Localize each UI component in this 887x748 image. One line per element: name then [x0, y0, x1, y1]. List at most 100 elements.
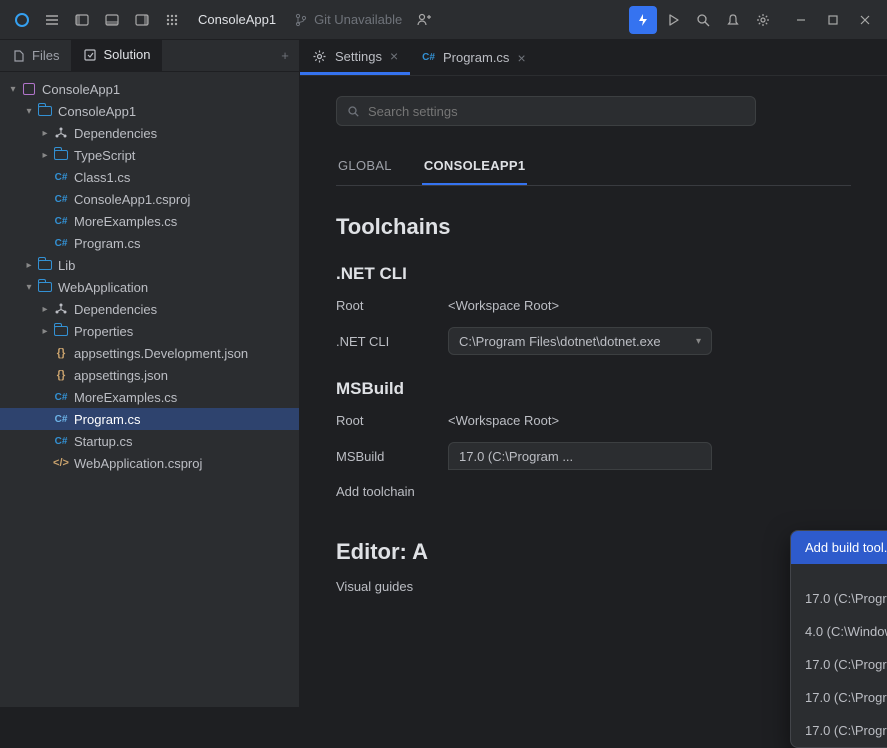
- tree-file-json[interactable]: {}appsettings.Development.json: [0, 342, 299, 364]
- notifications-icon[interactable]: [719, 6, 747, 34]
- netcli-select[interactable]: C:\Program Files\dotnet\dotnet.exe ▾: [448, 327, 712, 355]
- tree-dependencies[interactable]: ▸Dependencies: [0, 122, 299, 144]
- quick-action-button[interactable]: [629, 6, 657, 34]
- tree-label: TypeScript: [74, 148, 135, 163]
- tree-project-web[interactable]: ▾WebApplication: [0, 276, 299, 298]
- code-icon: </>: [53, 457, 69, 469]
- dropdown-item-add[interactable]: Add build tool...: [791, 531, 887, 564]
- tree-file-cs[interactable]: C#Program.cs: [0, 232, 299, 254]
- visual-guides-label: Visual guides: [336, 579, 413, 594]
- tree-file-csproj[interactable]: </> WebApplication.csproj: [0, 452, 299, 474]
- csharp-icon: C#: [422, 52, 435, 63]
- close-icon[interactable]: ×: [517, 50, 525, 66]
- tree-label: Program.cs: [74, 236, 140, 251]
- csharp-icon: C#: [55, 216, 68, 227]
- json-icon: {}: [57, 369, 66, 381]
- sidebar-tabs: Files Solution +: [0, 40, 299, 72]
- close-icon[interactable]: ×: [390, 48, 398, 64]
- tree-solution-root[interactable]: ▾ConsoleApp1: [0, 78, 299, 100]
- tree-label: MoreExamples.cs: [74, 214, 177, 229]
- tree-label: Class1.cs: [74, 170, 130, 185]
- msbuild-label: MSBuild: [336, 449, 448, 464]
- tree-file-cs[interactable]: C#Program.cs: [0, 408, 299, 430]
- editor-tab-label: Settings: [335, 49, 382, 64]
- sidebar: Files Solution + ▾ConsoleApp1 ▾ConsoleAp…: [0, 40, 300, 707]
- dropdown-item[interactable]: 17.0 (C:\Program Files\dotnet\sdk\7.0.10…: [791, 714, 887, 747]
- git-status-label: Git Unavailable: [314, 12, 402, 27]
- scope-tab-project[interactable]: CONSOLEAPP1: [422, 158, 528, 185]
- window-close-icon[interactable]: [851, 6, 879, 34]
- window-minimize-icon[interactable]: [787, 6, 815, 34]
- search-icon: [347, 105, 360, 118]
- tree-label: Properties: [74, 324, 133, 339]
- panel-bottom-icon[interactable]: [98, 6, 126, 34]
- tree-label: MoreExamples.cs: [74, 390, 177, 405]
- dependencies-icon: [52, 302, 70, 316]
- csharp-icon: C#: [55, 392, 68, 403]
- tree-label: WebApplication.csproj: [74, 456, 202, 471]
- tree-project[interactable]: ▾ConsoleApp1: [0, 100, 299, 122]
- json-icon: {}: [57, 347, 66, 359]
- tree-label: ConsoleApp1: [58, 104, 136, 119]
- tree-file-json[interactable]: {}appsettings.json: [0, 364, 299, 386]
- tree-file-cs[interactable]: C# MoreExamples.cs: [0, 386, 299, 408]
- root-label: Root: [336, 298, 448, 313]
- tree-project-lib[interactable]: ▸Lib: [0, 254, 299, 276]
- editor-heading: Editor: A: [336, 539, 851, 565]
- settings-gear-icon[interactable]: [749, 6, 777, 34]
- solution-tree: ▾ConsoleApp1 ▾ConsoleApp1 ▸Dependencies …: [0, 72, 299, 707]
- netcli-heading: .NET CLI: [336, 264, 851, 284]
- window-maximize-icon[interactable]: [819, 6, 847, 34]
- project-icon: [38, 282, 52, 292]
- settings-search-input[interactable]: [368, 104, 745, 119]
- dropdown-item[interactable]: 17.0 (C:\Program Files\dotnet\s...0\MSBu…: [791, 582, 887, 615]
- tree-label: ConsoleApp1.csproj: [74, 192, 190, 207]
- root-value: <Workspace Root>: [448, 298, 559, 313]
- grid-icon[interactable]: [158, 6, 186, 34]
- tree-file-cs[interactable]: C#Class1.cs: [0, 166, 299, 188]
- dropdown-item[interactable]: 17.0 (C:\Program Files\Microsof...urrent…: [791, 681, 887, 714]
- csharp-icon: C#: [55, 194, 68, 205]
- chevron-down-icon: ▾: [696, 336, 701, 347]
- git-branch-icon: [294, 13, 308, 27]
- netcli-value: C:\Program Files\dotnet\dotnet.exe: [459, 334, 661, 349]
- editor-tab-settings[interactable]: Settings ×: [300, 40, 410, 75]
- dropdown-item[interactable]: 4.0 (C:\Windows\Microsoft.NET...work\v4.…: [791, 615, 887, 648]
- sidebar-tab-solution[interactable]: Solution: [71, 40, 162, 71]
- project-name[interactable]: ConsoleApp1: [188, 12, 286, 27]
- scope-tab-global[interactable]: GLOBAL: [336, 158, 394, 185]
- tree-dependencies[interactable]: ▸Dependencies: [0, 298, 299, 320]
- msbuild-value: 17.0 (C:\Program ...: [459, 449, 573, 464]
- sidebar-tab-label: Files: [32, 48, 59, 63]
- editor-tab-program[interactable]: C# Program.cs ×: [410, 40, 537, 75]
- add-user-icon[interactable]: [410, 6, 438, 34]
- dependencies-icon: [52, 126, 70, 140]
- tree-file-csproj[interactable]: C# ConsoleApp1.csproj: [0, 188, 299, 210]
- git-status[interactable]: Git Unavailable: [288, 12, 408, 27]
- tree-folder-properties[interactable]: ▸Properties: [0, 320, 299, 342]
- panel-left-icon[interactable]: [68, 6, 96, 34]
- tree-label: Dependencies: [74, 302, 157, 317]
- tree-file-cs[interactable]: C#Startup.cs: [0, 430, 299, 452]
- tree-folder-typescript[interactable]: ▸TypeScript: [0, 144, 299, 166]
- sidebar-tab-files[interactable]: Files: [0, 40, 71, 71]
- menu-icon[interactable]: [38, 6, 66, 34]
- tree-file-cs[interactable]: C# MoreExamples.cs: [0, 210, 299, 232]
- app-logo-icon[interactable]: [8, 6, 36, 34]
- play-icon[interactable]: [659, 6, 687, 34]
- toolchains-heading: Toolchains: [336, 214, 851, 240]
- sidebar-add-icon[interactable]: +: [271, 40, 299, 71]
- panel-right-icon[interactable]: [128, 6, 156, 34]
- files-icon: [12, 49, 26, 63]
- editor-tab-label: Program.cs: [443, 50, 509, 65]
- settings-search[interactable]: [336, 96, 756, 126]
- search-icon[interactable]: [689, 6, 717, 34]
- add-toolchain-label: Add toolchain: [336, 484, 448, 499]
- csharp-icon: C#: [55, 414, 68, 425]
- solution-icon: [83, 48, 97, 62]
- msbuild-heading: MSBuild: [336, 379, 851, 399]
- titlebar: ConsoleApp1 Git Unavailable: [0, 0, 887, 40]
- dropdown-item[interactable]: 17.0 (C:\Program Files\Microsof...Build\…: [791, 648, 887, 681]
- msbuild-select[interactable]: 17.0 (C:\Program ...: [448, 442, 712, 470]
- root-label: Root: [336, 413, 448, 428]
